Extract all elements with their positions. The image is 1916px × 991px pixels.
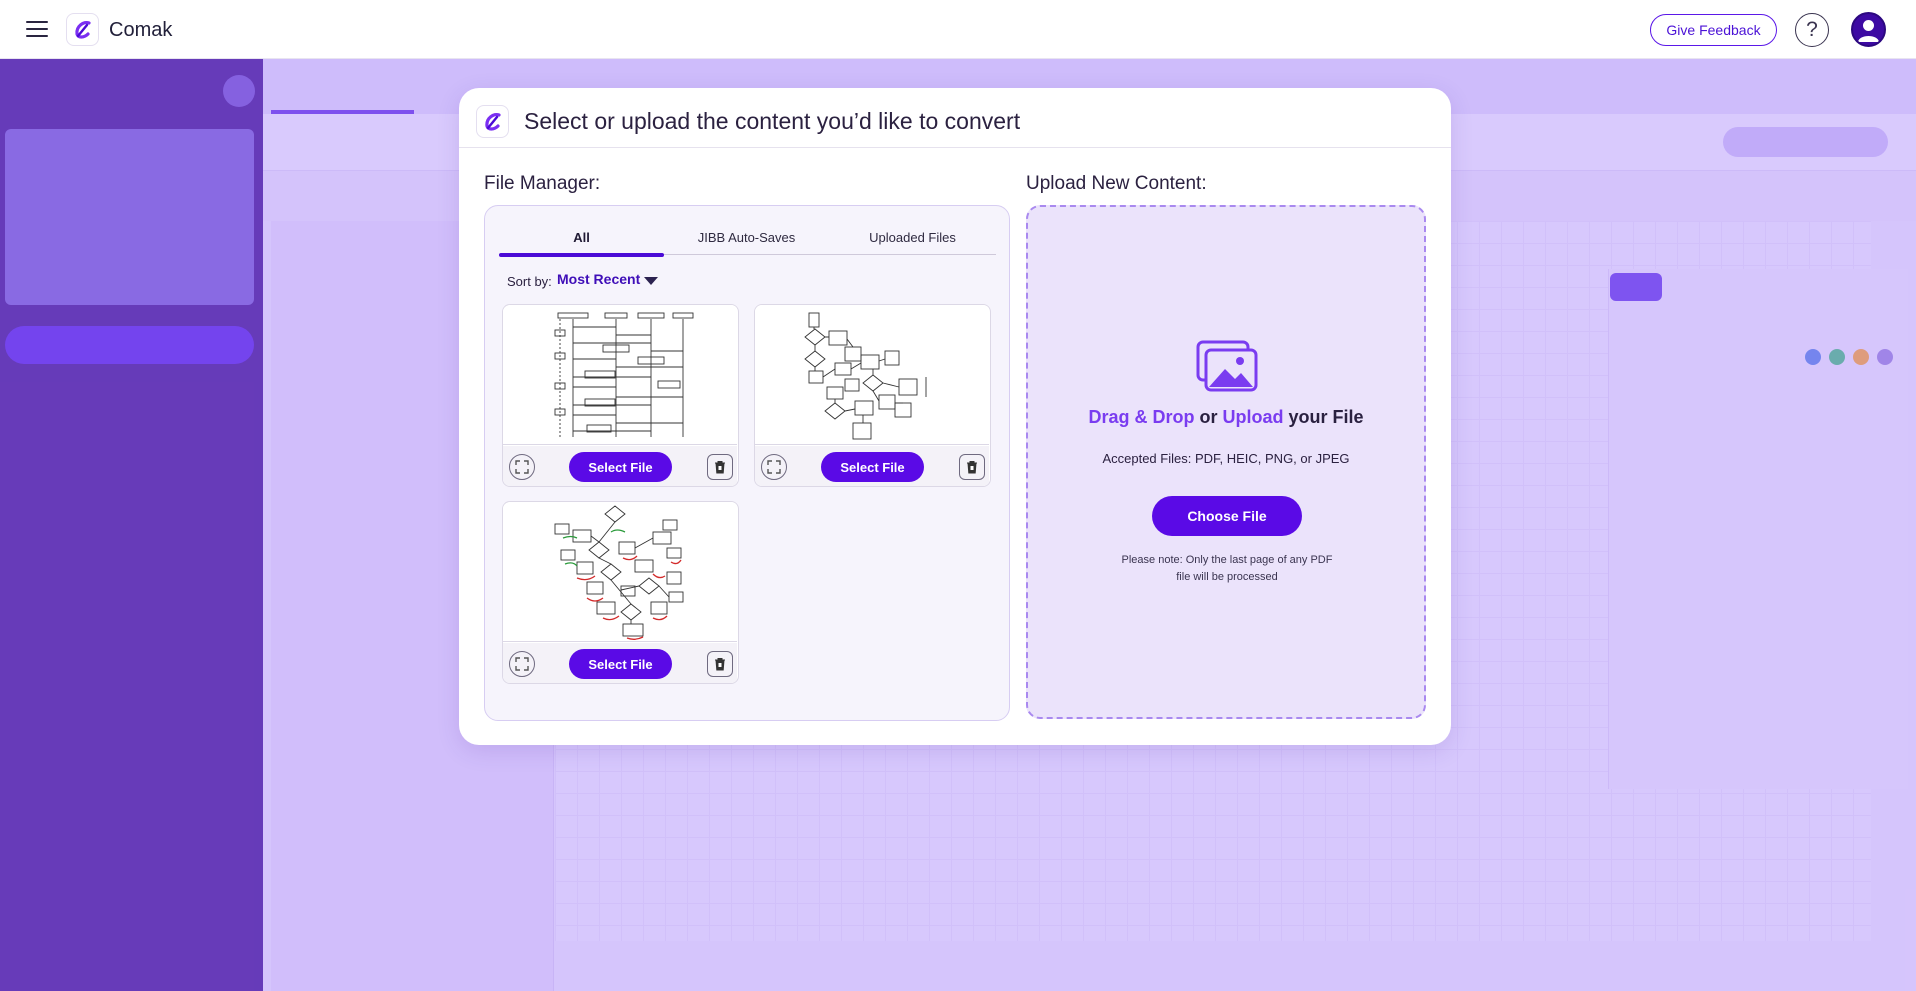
upload-dropzone[interactable]: Drag & Drop or Upload your File Accepted… (1026, 205, 1426, 719)
file-manager-tabs: All JIBB Auto-Saves Uploaded Files (499, 220, 996, 257)
select-file-button[interactable]: Select File (569, 452, 672, 482)
tab-jibb-auto-saves[interactable]: JIBB Auto-Saves (664, 220, 829, 255)
expand-icon[interactable] (761, 454, 787, 480)
upload-link[interactable]: Upload (1223, 407, 1284, 427)
file-card[interactable]: Select File (502, 304, 739, 487)
image-upload-icon (1195, 339, 1259, 398)
user-icon (1858, 20, 1879, 42)
select-file-button[interactable]: Select File (821, 452, 924, 482)
expand-glyph-icon (767, 460, 781, 474)
modal-title: Select or upload the content you’d like … (524, 108, 1021, 134)
expand-icon[interactable] (509, 651, 535, 677)
sort-dropdown-value: Most Recent (557, 271, 641, 287)
caret-down-icon (644, 277, 659, 285)
convert-content-modal: Select or upload the content you’d like … (459, 88, 1451, 745)
give-feedback-button[interactable]: Give Feedback (1650, 14, 1777, 46)
menu-icon[interactable] (26, 21, 48, 37)
or-label: or (1194, 407, 1223, 427)
file-card-footer: Select File (503, 446, 737, 486)
drag-drop-label: Drag & Drop (1088, 407, 1195, 427)
logo-mark-icon (484, 112, 501, 131)
file-thumbnail (503, 305, 737, 445)
trash-glyph-icon (715, 658, 725, 671)
pdf-note-text: Please note: Only the last page of any P… (1121, 554, 1333, 583)
select-file-button[interactable]: Select File (569, 649, 672, 679)
trash-glyph-icon (967, 461, 977, 474)
trash-icon[interactable] (707, 454, 733, 480)
expand-icon[interactable] (509, 454, 535, 480)
top-bar: Comak Give Feedback ? (0, 0, 1916, 59)
file-card[interactable]: Select File (754, 304, 991, 487)
avatar[interactable] (1851, 12, 1886, 47)
drag-drop-text: Drag & Drop or Upload your File (1028, 407, 1424, 428)
sort-dropdown[interactable]: Most Recent (557, 271, 659, 287)
expand-glyph-icon (515, 460, 529, 474)
file-manager-panel: All JIBB Auto-Saves Uploaded Files Sort … (484, 205, 1010, 721)
modal-header: Select or upload the content you’d like … (459, 88, 1451, 148)
tab-uploaded-files[interactable]: Uploaded Files (829, 220, 996, 255)
file-thumbnail (503, 502, 737, 642)
accepted-files-text: Accepted Files: PDF, HEIC, PNG, or JPEG (1102, 451, 1350, 466)
file-card[interactable]: Select File (502, 501, 739, 684)
colored-flowchart-thumbnail (554, 505, 684, 640)
sort-by-label: Sort by: (507, 274, 552, 289)
trash-icon[interactable] (707, 651, 733, 677)
choose-file-button[interactable]: Choose File (1152, 496, 1302, 536)
file-card-footer: Select File (755, 446, 989, 486)
file-card-footer: Select File (503, 643, 737, 683)
flowchart-thumbnail (804, 312, 927, 440)
file-thumbnail (755, 305, 989, 445)
tab-all[interactable]: All (499, 220, 664, 257)
trash-icon[interactable] (959, 454, 985, 480)
logo-mark-icon (74, 20, 91, 39)
trash-glyph-icon (715, 461, 725, 474)
upload-new-content-label: Upload New Content: (1026, 173, 1207, 194)
expand-glyph-icon (515, 657, 529, 671)
modal-logo (476, 105, 509, 138)
help-icon[interactable]: ? (1795, 13, 1829, 47)
sequence-diagram-thumbnail (554, 312, 694, 437)
your-file-label: your File (1283, 407, 1364, 427)
app-name: Comak (109, 19, 173, 41)
app-logo (66, 13, 99, 46)
file-manager-label: File Manager: (484, 173, 601, 194)
